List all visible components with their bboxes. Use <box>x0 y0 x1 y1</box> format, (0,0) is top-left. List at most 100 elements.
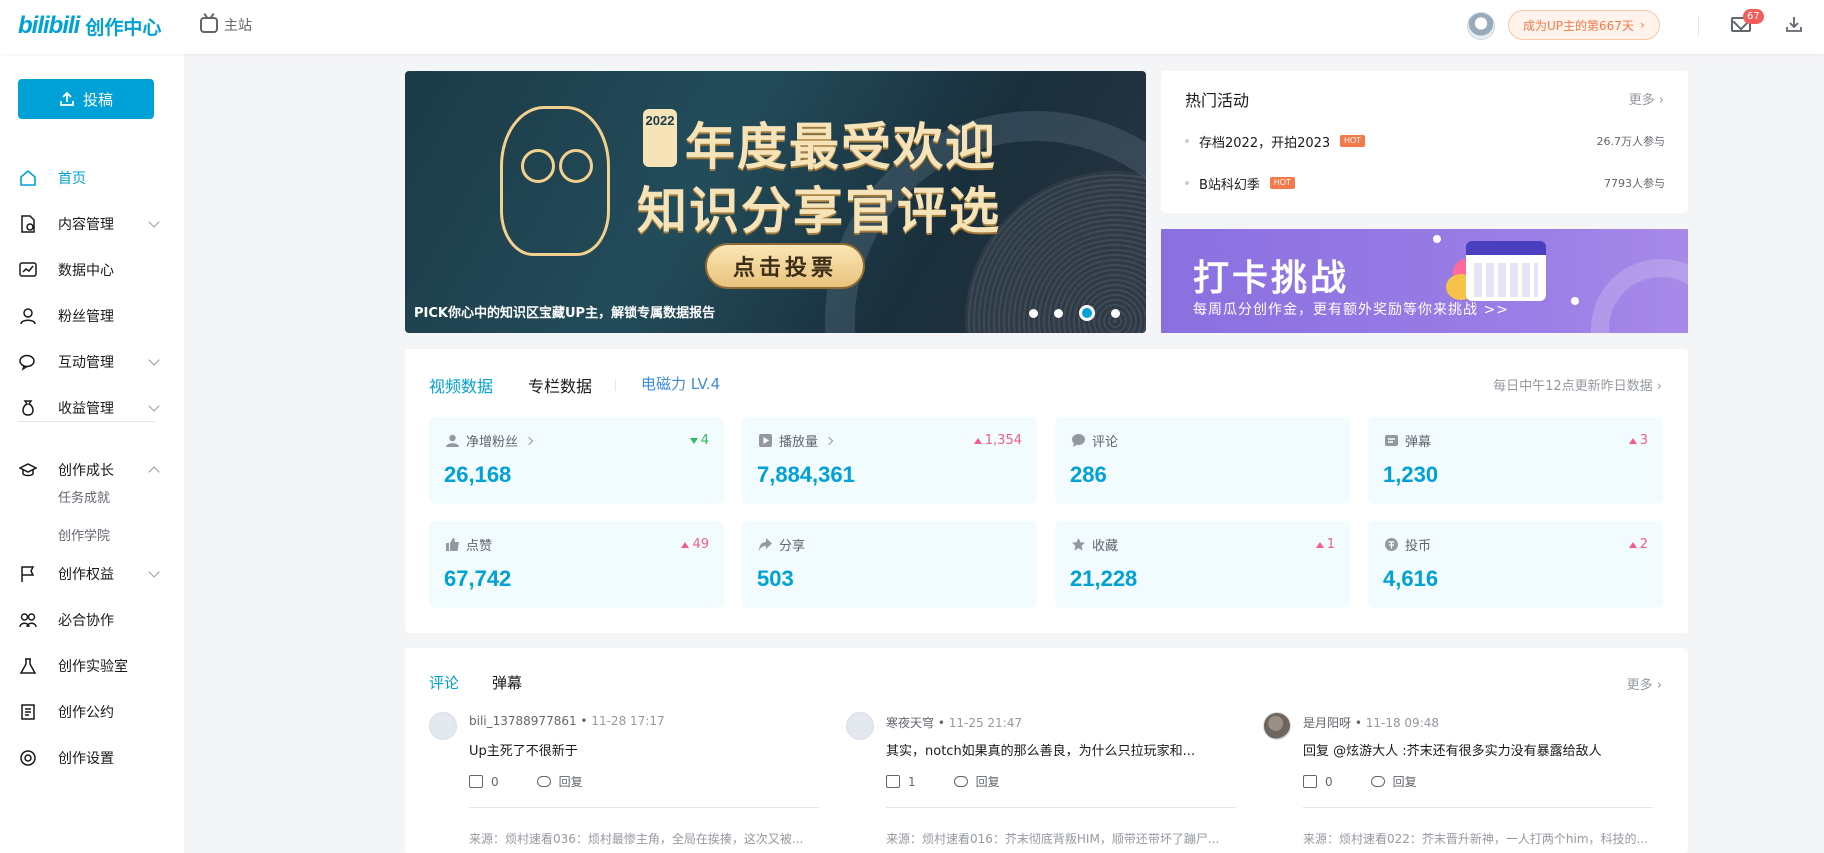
avatar[interactable] <box>429 712 457 740</box>
sidebar-item-label: 创作实验室 <box>58 659 128 675</box>
user-icon <box>18 306 38 326</box>
sidebar-item-home[interactable]: 首页 <box>0 160 184 196</box>
tab-column-data[interactable]: 专栏数据 <box>528 373 592 397</box>
comment-meta: bili_13788977861 • 11-28 17:17 <box>469 714 665 728</box>
comment-user[interactable]: bili_13788977861 <box>469 714 577 728</box>
like-icon[interactable] <box>469 775 483 788</box>
sidebar-item-content[interactable]: 内容管理 <box>0 206 184 242</box>
comment-user[interactable]: 是月阳呀 <box>1303 716 1351 730</box>
danmaku-icon <box>1383 433 1399 449</box>
sidebar-item-lab[interactable]: 创作实验室 <box>0 648 184 684</box>
punch-banner-title: 打卡挑战 <box>1193 258 1350 299</box>
tab-video-data[interactable]: 视频数据 <box>429 373 493 397</box>
bilibili-logo[interactable]: bilibili 创作中心 <box>18 12 161 40</box>
home-link[interactable]: 主站 <box>200 15 252 35</box>
carousel-dot[interactable] <box>1029 308 1038 318</box>
carousel-dots <box>1029 305 1120 321</box>
comment-text: 回复 @炫游大人 :芥末还有很多实力没有暴露给敌人 <box>1303 744 1602 759</box>
like-count: 0 <box>1325 774 1333 789</box>
reply-button[interactable]: 回复 <box>976 773 1000 790</box>
file-icon <box>18 214 38 234</box>
reply-icon[interactable] <box>536 776 551 787</box>
user-avatar[interactable] <box>1467 12 1495 40</box>
stat-label: 净增粉丝 <box>466 435 519 450</box>
avatar[interactable] <box>1263 712 1291 740</box>
banner-title-line2: 知识分享官评选 <box>637 182 1001 240</box>
hot-tag: HOT <box>1340 135 1366 147</box>
stat-card-views[interactable]: 播放量 1,354 7,884,361 <box>742 417 1037 504</box>
people-icon <box>18 610 38 630</box>
stat-label: 收藏 <box>1092 539 1119 554</box>
mascot-illustration <box>500 106 610 256</box>
comment-actions: 1 回复 <box>886 773 1000 790</box>
punch-challenge-banner[interactable]: 打卡挑战 每周瓜分创作金，更有额外奖励等你来挑战 >> <box>1161 229 1688 333</box>
sidebar-item-data[interactable]: 数据中心 <box>0 252 184 288</box>
comment-text: Up主死了不很新于 <box>469 744 578 759</box>
stat-card-coins: 投币 2 4,616 <box>1368 521 1663 608</box>
download-icon[interactable] <box>1785 15 1803 33</box>
sidebar-item-label: 收益管理 <box>58 401 114 417</box>
comment-source[interactable]: 来源：烦村速看036：烦村最惨主角，全局在挨揍，这次又被... <box>469 830 803 847</box>
comment-actions: 0 回复 <box>1303 773 1417 790</box>
tv-icon <box>200 17 218 33</box>
hot-activity-name: 存档2022，开拍2023 <box>1199 135 1331 151</box>
hot-activity-item[interactable]: 存档2022，开拍2023 HOT 26.7万人参与 <box>1185 131 1665 151</box>
calendar-illustration <box>1466 241 1546 301</box>
comment-source[interactable]: 来源：烦村速看016：芥末彻底背叛HIM，顺带还带坏了蹦尸... <box>886 830 1219 847</box>
sidebar-item-label: 互动管理 <box>58 355 114 371</box>
reply-icon[interactable] <box>953 776 968 787</box>
sidebar-subitem-academy[interactable]: 创作学院 <box>58 525 110 544</box>
triangle-up-icon <box>681 541 690 548</box>
reply-icon[interactable] <box>1370 776 1385 787</box>
carousel-dot[interactable] <box>1054 308 1063 318</box>
like-icon <box>444 537 460 553</box>
sidebar-item-convention[interactable]: 创作公约 <box>0 694 184 730</box>
upload-button[interactable]: 投稿 <box>18 79 154 119</box>
stat-delta: 1,354 <box>973 433 1022 448</box>
chevron-down-icon <box>148 216 160 228</box>
sidebar-item-cooperation[interactable]: 必合协作 <box>0 602 184 638</box>
sidebar-item-settings[interactable]: 创作设置 <box>0 740 184 776</box>
up-days-label: 成为UP主的第667天 <box>1523 18 1634 33</box>
sidebar-item-label: 创作设置 <box>58 751 114 767</box>
comment-time: 11-25 21:47 <box>948 716 1022 730</box>
divider <box>886 807 1236 808</box>
stat-card-fans[interactable]: 净增粉丝 4 26,168 <box>429 417 724 504</box>
stat-card-likes: 点赞 49 67,742 <box>429 521 724 608</box>
banner-year: 2022 <box>643 109 677 167</box>
user-icon <box>444 433 460 449</box>
sidebar-item-fans[interactable]: 粉丝管理 <box>0 298 184 334</box>
triangle-up-icon <box>1315 541 1324 548</box>
banner-decoration <box>1591 259 1688 333</box>
level-badge[interactable]: 电磁力 LV.4 <box>641 373 720 394</box>
like-icon[interactable] <box>1303 775 1317 788</box>
vote-button[interactable]: 点击投票 <box>705 243 865 289</box>
triangle-down-icon <box>689 437 698 444</box>
up-days-badge[interactable]: 成为UP主的第667天 › <box>1508 10 1660 40</box>
comment-user[interactable]: 寒夜天穹 <box>886 716 934 730</box>
triangle-up-icon <box>973 437 982 444</box>
hot-tag: HOT <box>1269 177 1295 189</box>
like-icon[interactable] <box>886 775 900 788</box>
sidebar-item-growth[interactable]: 创作成长 <box>0 452 184 488</box>
sidebar-item-rights[interactable]: 创作权益 <box>0 556 184 592</box>
banner-carousel[interactable]: 2022 年度最受欢迎 知识分享官评选 点击投票 PICK你心中的知识区宝藏UP… <box>405 71 1146 333</box>
hot-activity-item[interactable]: B站科幻季 HOT 7793人参与 <box>1185 173 1665 193</box>
upload-icon <box>60 91 74 106</box>
tab-danmaku[interactable]: 弹幕 <box>492 672 522 693</box>
sidebar-item-interaction[interactable]: 互动管理 <box>0 344 184 380</box>
sidebar-item-label: 粉丝管理 <box>58 309 114 325</box>
avatar[interactable] <box>846 712 874 740</box>
sidebar-subitem-tasks[interactable]: 任务成就 <box>58 487 110 506</box>
tab-comments[interactable]: 评论 <box>429 672 459 693</box>
comments-more-link[interactable]: 更多 › <box>1627 674 1662 693</box>
reply-button[interactable]: 回复 <box>1393 773 1417 790</box>
carousel-dot[interactable] <box>1111 308 1120 318</box>
comment-source[interactable]: 来源：烦村速看022：芥末晋升新神，一人打两个him，科技的... <box>1303 830 1648 847</box>
hot-activities-title: 热门活动 <box>1185 91 1250 110</box>
hot-activities-more-link[interactable]: 更多 › <box>1629 89 1664 108</box>
chevron-down-icon <box>148 354 160 366</box>
carousel-dot-active[interactable] <box>1079 305 1095 321</box>
reply-button[interactable]: 回复 <box>559 773 583 790</box>
sidebar-item-label: 内容管理 <box>58 217 114 233</box>
